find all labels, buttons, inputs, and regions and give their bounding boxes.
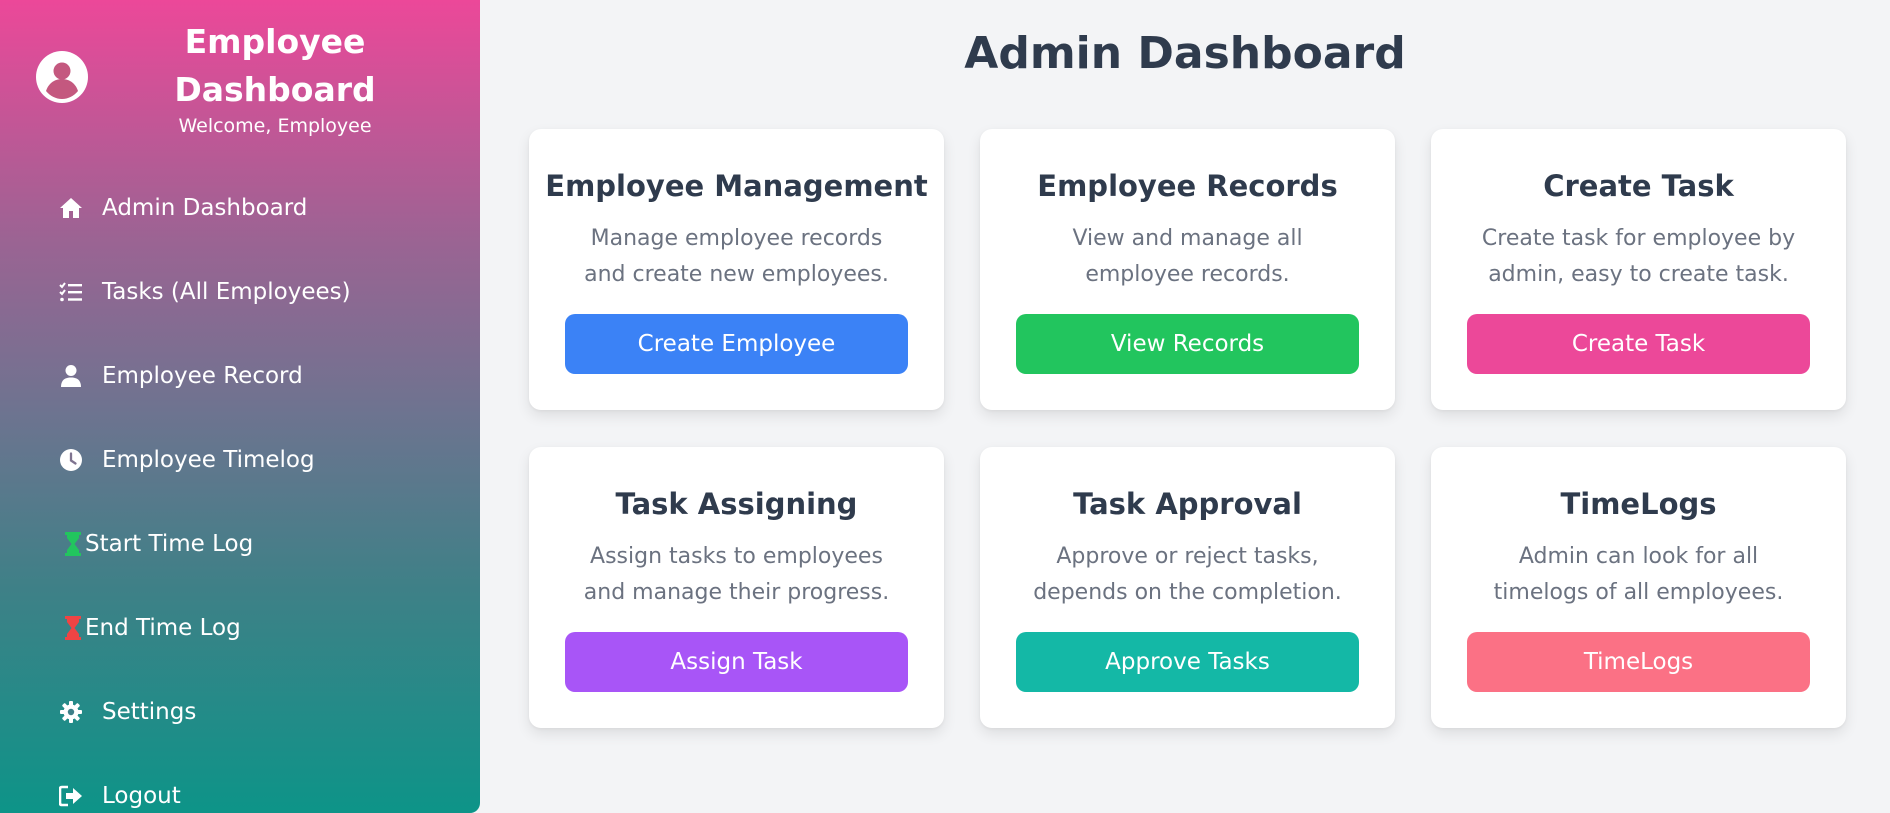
hourglass-green-icon <box>63 531 83 557</box>
gear-icon <box>58 699 84 725</box>
card-title: Task Approval <box>1073 487 1302 521</box>
nav-label: Employee Timelog <box>102 447 315 473</box>
nav-item-end-time-log[interactable]: End Time Log <box>60 608 241 648</box>
user-icon <box>58 363 84 389</box>
sidebar-header: Employee Dashboard Welcome, Employee <box>0 0 480 150</box>
nav-label: Tasks (All Employees) <box>102 279 351 305</box>
assign-task-button[interactable]: Assign Task <box>565 632 908 692</box>
nav-label: Logout <box>102 783 181 809</box>
card-description: Admin can look for all timelogs of all e… <box>1493 544 1784 605</box>
nav-label: Settings <box>102 699 197 725</box>
card-title: Employee Management <box>545 169 928 203</box>
nav-item-settings[interactable]: Settings <box>58 692 196 732</box>
sidebar: Employee Dashboard Welcome, Employee Adm… <box>0 0 480 813</box>
card-title: Task Assigning <box>615 487 858 521</box>
card-description: Create task for employee by admin, easy … <box>1481 226 1796 287</box>
nav-label: Start Time Log <box>85 531 254 557</box>
nav-item-employee-timelog[interactable]: Employee Timelog <box>58 440 315 480</box>
card-task-assigning: Task Assigning Assign tasks to employees… <box>529 447 944 728</box>
task-list-icon <box>58 279 84 305</box>
page-title: Admin Dashboard <box>964 28 1406 79</box>
nav-label: Admin Dashboard <box>102 195 308 221</box>
clock-icon <box>58 447 84 473</box>
card-employee-records: Employee Records View and manage all emp… <box>980 129 1395 410</box>
nav-item-logout[interactable]: Logout <box>58 776 181 813</box>
card-title: TimeLogs <box>1560 487 1717 521</box>
hourglass-red-icon <box>63 615 83 641</box>
card-title: Employee Records <box>1037 169 1338 203</box>
card-description: View and manage all employee records. <box>1072 226 1303 287</box>
card-title: Create Task <box>1543 169 1734 203</box>
home-icon <box>58 195 84 221</box>
card-description: Manage employee records and create new e… <box>584 226 889 287</box>
card-description: Assign tasks to employees and manage the… <box>583 544 890 605</box>
nav-item-admin-dashboard[interactable]: Admin Dashboard <box>58 188 307 228</box>
nav-item-tasks[interactable]: Tasks (All Employees) <box>58 272 351 312</box>
card-task-approval: Task Approval Approve or reject tasks, d… <box>980 447 1395 728</box>
card-description: Approve or reject tasks, depends on the … <box>1033 544 1342 605</box>
card-timelogs: TimeLogs Admin can look for all timelogs… <box>1431 447 1846 728</box>
nav-item-start-time-log[interactable]: Start Time Log <box>60 524 253 564</box>
logout-icon <box>58 783 84 809</box>
nav-label: Employee Record <box>102 363 303 389</box>
welcome-text: Welcome, Employee <box>178 115 372 137</box>
view-records-button[interactable]: View Records <box>1016 314 1359 374</box>
user-avatar-icon <box>36 51 88 103</box>
sidebar-title: Employee Dashboard <box>174 22 376 109</box>
approve-tasks-button[interactable]: Approve Tasks <box>1016 632 1359 692</box>
card-create-task: Create Task Create task for employee by … <box>1431 129 1846 410</box>
create-employee-button[interactable]: Create Employee <box>565 314 908 374</box>
card-employee-management: Employee Management Manage employee reco… <box>529 129 944 410</box>
timelogs-button[interactable]: TimeLogs <box>1467 632 1810 692</box>
nav-label: End Time Log <box>85 615 241 641</box>
create-task-button[interactable]: Create Task <box>1467 314 1810 374</box>
nav-item-employee-record[interactable]: Employee Record <box>58 356 303 396</box>
